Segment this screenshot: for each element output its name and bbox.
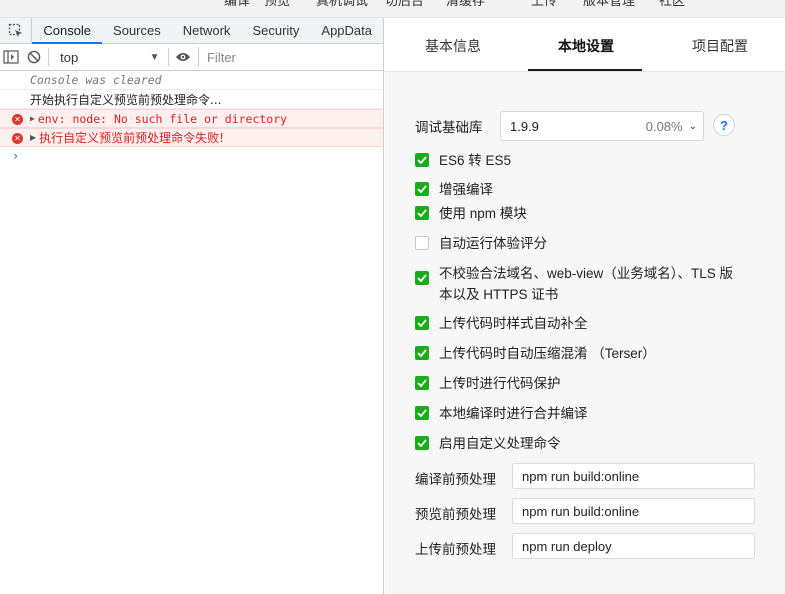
- context-select[interactable]: top ▼: [52, 44, 164, 70]
- divider: [167, 48, 169, 66]
- checkbox-checked-icon[interactable]: [415, 346, 429, 360]
- checkbox-custom-commands[interactable]: 启用自定义处理命令: [415, 433, 561, 454]
- checkbox-label: 增强编译: [439, 182, 493, 197]
- compile-command-label: 编译前预处理: [415, 472, 496, 487]
- checkbox-label: 使用 npm 模块: [439, 206, 527, 221]
- caret-down-icon: ▼: [149, 51, 160, 63]
- tab-local-settings[interactable]: 本地设置: [558, 36, 614, 56]
- checkbox-es6[interactable]: ES6 转 ES5: [415, 150, 511, 171]
- upload-button[interactable]: 上传: [531, 0, 557, 9]
- checkbox-label: 上传代码时样式自动补全: [439, 316, 588, 331]
- preview-button[interactable]: 预览: [264, 0, 290, 9]
- sidebar-toggle-icon[interactable]: [0, 44, 23, 70]
- lib-usage-value: 0.08%: [645, 118, 683, 134]
- checkbox-label: 自动运行体验评分: [439, 236, 547, 251]
- eye-icon[interactable]: [171, 44, 194, 70]
- tab-sources[interactable]: Sources: [102, 18, 172, 43]
- clear-cache-button[interactable]: 清缓存: [446, 0, 485, 9]
- context-select-value: top: [60, 49, 79, 65]
- version-management-button[interactable]: 版本管理: [583, 0, 635, 9]
- divider: [48, 48, 50, 66]
- checkbox-label-line2: 本以及 HTTPS 证书: [439, 287, 559, 302]
- preview-command-label: 预览前预处理: [415, 507, 496, 522]
- upload-command-input[interactable]: npm run deploy: [512, 533, 755, 559]
- compile-button[interactable]: 编译: [224, 0, 250, 9]
- devtools-tab-bar: Console Sources Network Security AppData: [0, 18, 383, 44]
- console-filter-input[interactable]: [197, 47, 383, 67]
- community-button[interactable]: 社区: [659, 0, 685, 9]
- console-error-line[interactable]: ✕ ▶ 执行自定义预览前预处理命令失败!: [0, 128, 383, 147]
- console-line-text: Console was cleared: [30, 73, 162, 87]
- checkbox-unchecked-icon[interactable]: [415, 236, 429, 250]
- checkbox-code-protect[interactable]: 上传时进行代码保护: [415, 373, 561, 394]
- remote-debug-button[interactable]: 真机调试: [316, 0, 368, 9]
- lib-version-select[interactable]: 1.9.9 0.08% ⌄: [500, 111, 704, 141]
- lib-version-value: 1.9.9: [510, 118, 539, 134]
- checkbox-checked-icon[interactable]: [415, 153, 429, 167]
- preview-command-value: npm run build:online: [522, 503, 640, 519]
- error-icon: ✕: [12, 133, 23, 144]
- checkbox-checked-icon[interactable]: [415, 406, 429, 420]
- checkbox-checked-icon[interactable]: [415, 436, 429, 450]
- clear-console-icon[interactable]: [23, 44, 46, 70]
- console-output: Console was cleared 开始执行自定义预览前预处理命令... ✕…: [0, 71, 383, 165]
- help-icon[interactable]: ?: [713, 114, 735, 136]
- tab-basic-info[interactable]: 基本信息: [425, 36, 481, 56]
- checkbox-minify[interactable]: 上传代码时自动压缩混淆 （Terser）: [415, 343, 656, 364]
- tab-console[interactable]: Console: [32, 18, 102, 44]
- checkbox-checked-icon[interactable]: [415, 316, 429, 330]
- checkbox-label: 上传代码时自动压缩混淆 （Terser）: [439, 346, 656, 361]
- console-line-text: 开始执行自定义预览前预处理命令...: [30, 92, 222, 107]
- console-line-text: 执行自定义预览前预处理命令失败!: [39, 131, 224, 145]
- devtools-panel: Console Sources Network Security AppData…: [0, 18, 384, 594]
- tab-appdata[interactable]: AppData: [310, 18, 383, 43]
- expand-triangle-icon[interactable]: ▶: [30, 133, 36, 142]
- compile-command-input[interactable]: npm run build:online: [512, 463, 755, 489]
- prompt-chevron-icon: ›: [12, 149, 20, 163]
- inspect-element-icon[interactable]: [0, 18, 33, 43]
- checkbox-auto-audit[interactable]: 自动运行体验评分: [415, 233, 547, 254]
- tab-security[interactable]: Security: [241, 18, 310, 43]
- checkbox-checked-icon[interactable]: [415, 206, 429, 220]
- checkbox-label: 上传时进行代码保护: [439, 376, 561, 391]
- toolbar: 编译 预览 真机调试 切后台 清缓存 上传 版本管理 社区: [0, 0, 785, 18]
- settings-panel: 基本信息 本地设置 项目配置 调试基础库 1.9.9 0.08% ⌄ ? ES6…: [385, 18, 785, 594]
- checkbox-style-autocomplete[interactable]: 上传代码时样式自动补全: [415, 313, 588, 334]
- checkbox-label: 不校验合法域名、web-view（业务域名）、TLS 版 本以及 HTTPS 证…: [439, 263, 733, 305]
- checkbox-label-line1: 不校验合法域名、web-view（业务域名）、TLS 版: [439, 266, 734, 281]
- checkbox-checked-icon[interactable]: [415, 376, 429, 390]
- console-error-line[interactable]: ✕ ▶ env: node: No such file or directory: [0, 109, 383, 128]
- console-filter-bar: top ▼: [0, 44, 383, 71]
- active-tab-indicator: [528, 69, 642, 71]
- lib-version-label: 调试基础库: [415, 120, 483, 135]
- background-button[interactable]: 切后台: [385, 0, 424, 9]
- error-icon: ✕: [12, 114, 23, 125]
- settings-tab-bar: 基本信息 本地设置 项目配置: [385, 18, 785, 72]
- checkbox-label: 本地编译时进行合并编译: [439, 406, 588, 421]
- checkbox-label: ES6 转 ES5: [439, 153, 512, 168]
- checkbox-label: 启用自定义处理命令: [439, 436, 561, 451]
- checkbox-npm-module[interactable]: 使用 npm 模块: [415, 203, 527, 224]
- expand-triangle-icon[interactable]: ▶: [30, 114, 35, 123]
- checkbox-checked-icon[interactable]: [415, 271, 429, 285]
- preview-command-input[interactable]: npm run build:online: [512, 498, 755, 524]
- console-line-text: env: node: No such file or directory: [37, 111, 288, 126]
- checkbox-enhanced-compile[interactable]: 增强编译: [415, 179, 493, 200]
- checkbox-skip-domain-check[interactable]: 不校验合法域名、web-view（业务域名）、TLS 版 本以及 HTTPS 证…: [415, 263, 733, 305]
- tab-project-config[interactable]: 项目配置: [692, 36, 748, 56]
- upload-command-label: 上传前预处理: [415, 542, 496, 557]
- checkbox-checked-icon[interactable]: [415, 182, 429, 196]
- compile-command-value: npm run build:online: [522, 468, 640, 484]
- console-line: 开始执行自定义预览前预处理命令...: [0, 90, 383, 109]
- chevron-down-icon: ⌄: [688, 120, 697, 132]
- tab-network[interactable]: Network: [172, 18, 242, 43]
- console-prompt[interactable]: ›: [0, 147, 383, 165]
- console-line: Console was cleared: [0, 71, 383, 90]
- upload-command-value: npm run deploy: [522, 538, 612, 554]
- checkbox-merge-compile[interactable]: 本地编译时进行合并编译: [415, 403, 588, 424]
